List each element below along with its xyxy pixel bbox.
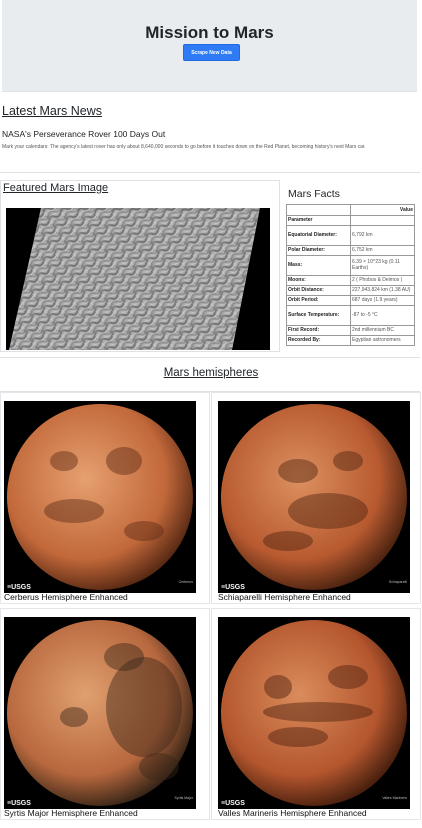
fact-value: -87 to -5 °C bbox=[350, 304, 415, 326]
featured-image-card: Featured Mars Image bbox=[0, 180, 280, 352]
table-row: Recorded By: Egyptian astronomers bbox=[286, 334, 415, 346]
surface-feature bbox=[44, 499, 104, 523]
fact-value: 2 ( Phobos & Deimos ) bbox=[350, 274, 415, 286]
hemisphere-caption: Valles Marineris bbox=[382, 796, 407, 800]
mars-facts-section: Mars Facts Value Parameter Equatorial Di… bbox=[286, 188, 417, 346]
scrape-new-data-button[interactable]: Scrape New Data bbox=[183, 44, 240, 61]
surface-feature bbox=[124, 521, 164, 541]
featured-image-heading: Featured Mars Image bbox=[3, 182, 109, 194]
usgs-logo: ≡USGS bbox=[7, 584, 31, 591]
surface-feature bbox=[263, 531, 313, 551]
surface-feature bbox=[106, 447, 142, 475]
divider bbox=[0, 357, 420, 358]
hemisphere-title: Valles Marineris Hemisphere Enhanced bbox=[218, 808, 367, 818]
surface-feature bbox=[104, 643, 144, 671]
surface-feature bbox=[60, 707, 88, 727]
table-row: Polar Diameter: 6,752 km bbox=[286, 244, 415, 256]
surface-feature bbox=[50, 451, 78, 471]
surface-feature bbox=[264, 675, 292, 699]
usgs-logo: ≡USGS bbox=[221, 800, 245, 807]
fact-label: Surface Temperature: bbox=[286, 304, 351, 326]
mars-facts-heading: Mars Facts bbox=[288, 188, 340, 200]
hemispheres-heading: Mars hemispheres bbox=[163, 367, 259, 379]
table-row: Moons: 2 ( Phobos & Deimos ) bbox=[286, 274, 415, 286]
hemisphere-card[interactable]: ≡USGS Syrtis Major Syrtis Major Hemispher… bbox=[0, 608, 210, 820]
hemisphere-image[interactable]: ≡USGS Schiaparelli bbox=[218, 401, 410, 593]
hemisphere-caption: Schiaparelli bbox=[389, 580, 407, 584]
fact-label: Orbit Distance: bbox=[286, 284, 351, 296]
hemisphere-image[interactable]: ≡USGS Syrtis Major bbox=[4, 617, 196, 809]
fact-value: 227,943,824 km (1.38 AU) bbox=[350, 284, 415, 296]
table-row: Orbit Distance: 227,943,824 km (1.38 AU) bbox=[286, 284, 415, 296]
hemisphere-image[interactable]: ≡USGS Cerberus bbox=[4, 401, 196, 593]
news-teaser: Mark your calendars: The agency's latest… bbox=[2, 144, 366, 150]
table-index-header: Parameter bbox=[286, 215, 351, 226]
fact-label: Polar Diameter: bbox=[286, 244, 351, 256]
table-row: Equatorial Diameter: 6,792 km bbox=[286, 224, 415, 246]
hemisphere-caption: Cerberus bbox=[179, 580, 194, 584]
fact-label: Recorded By: bbox=[286, 334, 351, 346]
table-header-row: Value bbox=[286, 204, 415, 216]
fact-value: 2nd millennium BC bbox=[350, 324, 415, 336]
surface-feature bbox=[263, 702, 373, 722]
fact-label: Moons: bbox=[286, 274, 351, 286]
fact-value: 6.39 × 10^23 kg (0.11 Earths) bbox=[350, 254, 415, 276]
table-index-row: Parameter bbox=[286, 215, 415, 226]
hemisphere-caption: Syrtis Major bbox=[175, 796, 194, 800]
surface-feature bbox=[139, 753, 179, 781]
fact-value: 687 days (1.9 years) bbox=[350, 294, 415, 306]
fact-value: 6,792 km bbox=[350, 224, 415, 246]
divider bbox=[0, 172, 420, 173]
hemisphere-card[interactable]: ≡USGS Schiaparelli Schiaparelli Hemispher… bbox=[211, 392, 421, 604]
page-title: Mission to Mars bbox=[145, 23, 274, 42]
hemisphere-card[interactable]: ≡USGS Valles Marineris Valles Marineris H… bbox=[211, 608, 421, 820]
table-row: Orbit Period: 687 days (1.9 years) bbox=[286, 294, 415, 306]
fact-label: Orbit Period: bbox=[286, 294, 351, 306]
hemisphere-title: Schiaparelli Hemisphere Enhanced bbox=[218, 592, 351, 602]
table-row: Surface Temperature: -87 to -5 °C bbox=[286, 304, 415, 326]
hemisphere-title: Cerberus Hemisphere Enhanced bbox=[4, 592, 128, 602]
fact-label: Equatorial Diameter: bbox=[286, 224, 351, 246]
fact-label: First Record: bbox=[286, 324, 351, 336]
fact-value: 6,752 km bbox=[350, 244, 415, 256]
fact-value: Egyptian astronomers bbox=[350, 334, 415, 346]
surface-feature bbox=[278, 459, 318, 483]
surface-feature bbox=[288, 493, 368, 529]
surface-feature bbox=[328, 665, 368, 689]
table-index-blank bbox=[350, 215, 415, 226]
table-header-value: Value bbox=[350, 204, 415, 216]
hemisphere-card[interactable]: ≡USGS Cerberus Cerberus Hemisphere Enhanc… bbox=[0, 392, 210, 604]
hemisphere-title: Syrtis Major Hemisphere Enhanced bbox=[4, 808, 138, 818]
header-jumbotron: Mission to Mars Scrape New Data bbox=[2, 0, 417, 92]
table-row: First Record: 2nd millennium BC bbox=[286, 324, 415, 336]
hemisphere-image[interactable]: ≡USGS Valles Marineris bbox=[218, 617, 410, 809]
mars-globe bbox=[7, 404, 193, 590]
fact-label: Mass: bbox=[286, 254, 351, 276]
news-title: NASA's Perseverance Rover 100 Days Out bbox=[2, 129, 166, 139]
usgs-logo: ≡USGS bbox=[7, 800, 31, 807]
table-row: Mass: 6.39 × 10^23 kg (0.11 Earths) bbox=[286, 254, 415, 276]
table-header-blank bbox=[286, 204, 351, 216]
featured-mars-image[interactable] bbox=[6, 208, 270, 350]
surface-feature bbox=[106, 657, 182, 757]
surface-feature bbox=[268, 727, 328, 747]
surface-feature bbox=[333, 451, 363, 471]
usgs-logo: ≡USGS bbox=[221, 584, 245, 591]
mars-facts-table: Value Parameter Equatorial Diameter: 6,7… bbox=[286, 204, 415, 346]
latest-news-heading: Latest Mars News bbox=[2, 104, 103, 118]
